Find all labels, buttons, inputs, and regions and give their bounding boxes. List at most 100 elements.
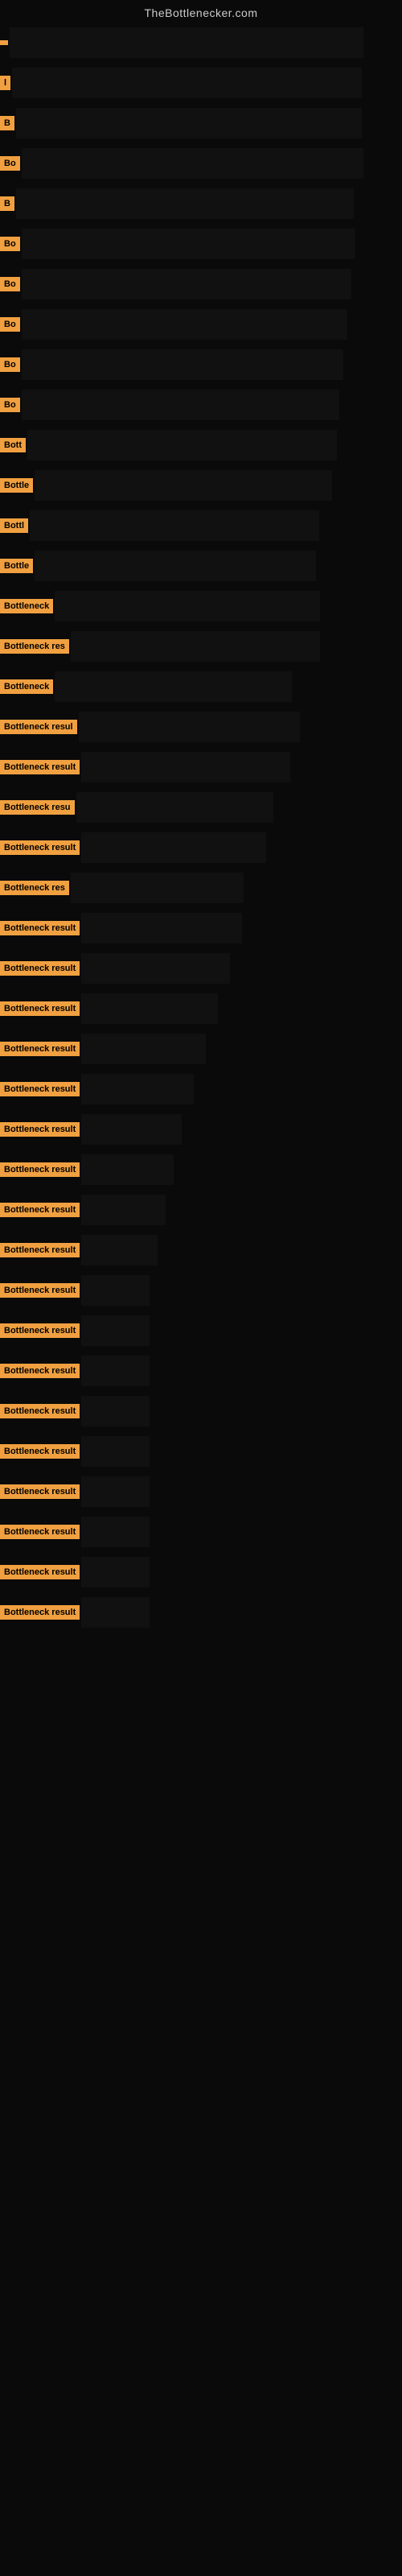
dark-bar <box>81 993 218 1024</box>
list-item: Bottleneck result <box>0 989 402 1029</box>
dark-bar <box>76 792 273 823</box>
list-item: Bottleneck result <box>0 1552 402 1592</box>
bottleneck-label: Bottleneck result <box>0 1283 80 1298</box>
dark-bar <box>22 269 351 299</box>
bottleneck-label: Bottle <box>0 559 33 573</box>
bottleneck-label: Bottleneck result <box>0 961 80 976</box>
bottleneck-label: Bottleneck result <box>0 1001 80 1016</box>
dark-bar <box>81 1275 150 1306</box>
dark-bar <box>81 1517 150 1547</box>
bottleneck-label: Bottleneck result <box>0 1525 80 1539</box>
list-item: Bott <box>0 425 402 465</box>
dark-bar <box>81 1195 166 1225</box>
list-item: Bottleneck result <box>0 908 402 948</box>
dark-bar <box>22 349 343 380</box>
bottleneck-label: B <box>0 196 14 211</box>
list-item: Bottleneck result <box>0 1391 402 1431</box>
dark-bar <box>81 752 290 782</box>
dark-bar <box>55 591 320 621</box>
dark-bar <box>22 390 339 420</box>
dark-bar <box>81 832 266 863</box>
bottleneck-label: Bott <box>0 438 26 452</box>
bottleneck-label: Bottleneck res <box>0 881 69 895</box>
dark-bar <box>81 1235 158 1265</box>
bottleneck-label: Bottleneck result <box>0 840 80 855</box>
dark-bar <box>81 1034 206 1064</box>
bottleneck-label: Bottleneck resu <box>0 800 75 815</box>
list-item: Bottl <box>0 506 402 546</box>
list-item: Bottleneck res <box>0 626 402 667</box>
dark-bar <box>81 1396 150 1426</box>
bottleneck-label: Bottleneck result <box>0 1203 80 1217</box>
list-item: Bottle <box>0 465 402 506</box>
dark-bar <box>81 1154 174 1185</box>
bottleneck-label: Bottleneck result <box>0 760 80 774</box>
list-item: Bo <box>0 385 402 425</box>
dark-bar <box>81 1436 150 1467</box>
dark-bar <box>27 430 337 460</box>
bottleneck-label: B <box>0 116 14 130</box>
dark-bar <box>22 148 363 179</box>
dark-bar <box>10 27 363 58</box>
list-item: Bo <box>0 304 402 345</box>
dark-bar <box>81 1074 194 1104</box>
list-item: Bo <box>0 264 402 304</box>
bottleneck-label: Bottleneck result <box>0 1565 80 1579</box>
dark-bar <box>81 953 230 984</box>
list-item: Bottleneck result <box>0 1069 402 1109</box>
bottleneck-label: Bottleneck result <box>0 921 80 935</box>
list-item: Bottleneck result <box>0 1351 402 1391</box>
list-item: Bottleneck result <box>0 1311 402 1351</box>
list-item: Bottleneck result <box>0 1230 402 1270</box>
bottleneck-label: Bottl <box>0 518 28 533</box>
bottleneck-label: Bottleneck <box>0 599 53 613</box>
list-item: Bottleneck <box>0 667 402 707</box>
site-title: TheBottlenecker.com <box>0 0 402 23</box>
bottleneck-label: Bottleneck result <box>0 1243 80 1257</box>
dark-bar <box>55 671 292 702</box>
list-item: Bo <box>0 345 402 385</box>
bottleneck-label: Bo <box>0 277 20 291</box>
list-item: l <box>0 63 402 103</box>
bottleneck-label: Bottleneck result <box>0 1484 80 1499</box>
list-item: Bottleneck result <box>0 828 402 868</box>
dark-bar <box>81 1597 150 1628</box>
dark-bar <box>81 1476 150 1507</box>
bottleneck-label: Bottleneck result <box>0 1364 80 1378</box>
list-item: Bo <box>0 143 402 184</box>
bottleneck-label: Bottle <box>0 478 33 493</box>
list-item: Bottleneck result <box>0 1109 402 1150</box>
dark-bar <box>81 1356 150 1386</box>
dark-bar <box>81 1557 150 1587</box>
list-item: Bottleneck result <box>0 1431 402 1472</box>
list-item: Bottleneck result <box>0 1190 402 1230</box>
list-item: Bottleneck result <box>0 1472 402 1512</box>
list-item: Bottle <box>0 546 402 586</box>
bottleneck-label: Bo <box>0 156 20 171</box>
bottleneck-label: Bottleneck resul <box>0 720 77 734</box>
list-item: Bottleneck result <box>0 948 402 989</box>
bottleneck-label: Bottleneck result <box>0 1605 80 1620</box>
bottleneck-label: Bottleneck result <box>0 1042 80 1056</box>
dark-bar <box>81 1114 182 1145</box>
list-item: Bottleneck resu <box>0 787 402 828</box>
bottleneck-label: Bottleneck result <box>0 1404 80 1418</box>
list-item: Bottleneck result <box>0 1592 402 1633</box>
bottleneck-label: Bottleneck res <box>0 639 69 654</box>
bottleneck-label: Bo <box>0 237 20 251</box>
bottleneck-label: Bottleneck result <box>0 1162 80 1177</box>
list-item: B <box>0 184 402 224</box>
list-item: B <box>0 103 402 143</box>
bottleneck-label: Bottleneck result <box>0 1122 80 1137</box>
dark-bar <box>81 913 242 943</box>
dark-bar <box>16 188 354 219</box>
dark-bar <box>22 309 347 340</box>
dark-bar <box>71 631 320 662</box>
dark-bar <box>79 712 300 742</box>
list-item: Bottleneck result <box>0 747 402 787</box>
dark-bar <box>81 1315 150 1346</box>
bottleneck-label: Bottleneck <box>0 679 53 694</box>
bottleneck-label: Bo <box>0 317 20 332</box>
bottleneck-label: Bo <box>0 398 20 412</box>
list-item: Bottleneck result <box>0 1029 402 1069</box>
